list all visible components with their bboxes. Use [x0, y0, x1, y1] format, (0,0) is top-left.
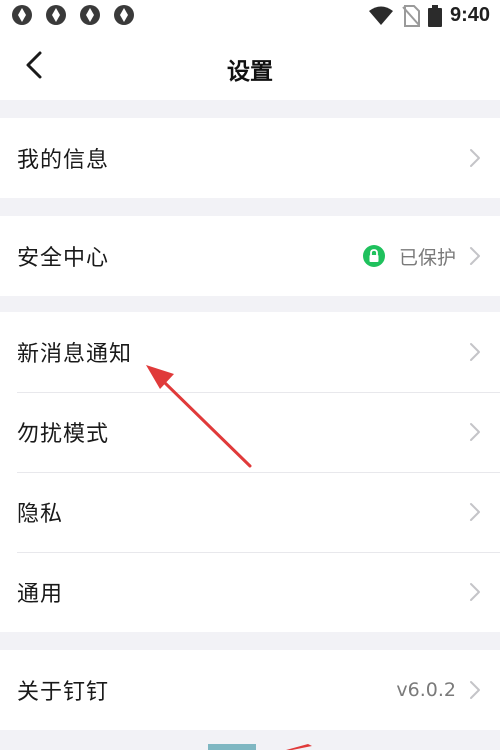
- app-notification-icon: [80, 5, 100, 25]
- navigation-header: 设置: [0, 30, 500, 100]
- chevron-right-icon: [470, 149, 480, 167]
- settings-item-label: 勿扰模式: [17, 422, 110, 447]
- settings-item-about[interactable]: 关于钉钉 v6.0.2: [0, 650, 500, 730]
- settings-item-privacy[interactable]: 隐私: [0, 472, 500, 552]
- page-title: 设置: [227, 59, 273, 85]
- settings-item-do-not-disturb[interactable]: 勿扰模式: [0, 392, 500, 472]
- settings-group-about: 关于钉钉 v6.0.2: [0, 650, 500, 730]
- settings-item-label: 关于钉钉: [17, 680, 110, 705]
- wifi-icon: [368, 6, 393, 25]
- chevron-right-icon: [470, 423, 480, 441]
- app-version: v6.0.2: [396, 679, 456, 701]
- settings-item-label: 通用: [17, 582, 64, 607]
- settings-item-new-message-notifications[interactable]: 新消息通知: [0, 312, 500, 392]
- chevron-right-icon: [470, 343, 480, 361]
- notification-icons: [10, 3, 136, 27]
- chevron-right-icon: [470, 503, 480, 521]
- bottom-content-peek: [208, 744, 312, 750]
- settings-group-security: 安全中心 已保护: [0, 216, 500, 296]
- settings-item-security-center[interactable]: 安全中心 已保护: [0, 216, 500, 296]
- lock-icon: [362, 245, 385, 267]
- status-time: 9:40: [449, 4, 490, 26]
- app-notification-icon: [46, 5, 66, 25]
- settings-item-my-info[interactable]: 我的信息: [0, 118, 500, 198]
- status-bar: 9:40: [0, 0, 500, 30]
- security-status-text: 已保护: [398, 246, 456, 269]
- security-status: 已保护: [362, 243, 456, 270]
- settings-item-general[interactable]: 通用: [0, 552, 500, 632]
- battery-icon: [427, 4, 442, 27]
- app-notification-icon: [114, 5, 134, 25]
- chevron-right-icon: [470, 681, 480, 699]
- settings-group-general: 新消息通知 勿扰模式 隐私 通用: [0, 312, 500, 632]
- chevron-right-icon: [470, 247, 480, 265]
- system-status: 9:40: [368, 4, 490, 27]
- settings-item-label: 我的信息: [17, 148, 110, 173]
- no-sim-icon: [402, 4, 420, 27]
- settings-item-label: 安全中心: [17, 246, 110, 271]
- app-notification-icon: [12, 5, 32, 25]
- settings-item-label: 新消息通知: [17, 342, 133, 367]
- settings-item-label: 隐私: [17, 502, 64, 527]
- settings-group-profile: 我的信息: [0, 118, 500, 198]
- chevron-right-icon: [470, 583, 480, 601]
